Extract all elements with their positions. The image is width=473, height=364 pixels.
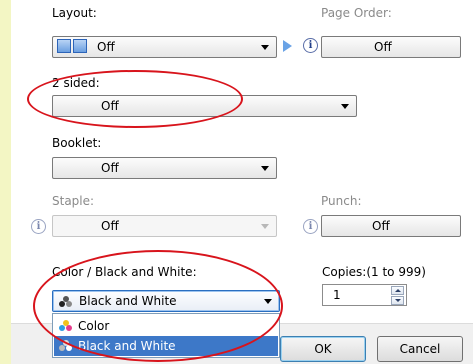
chevron-down-icon: [261, 45, 269, 50]
page-order-value: Off: [374, 40, 392, 54]
info-icon[interactable]: i: [303, 38, 318, 53]
color-icon: [59, 320, 73, 332]
color-mode-value: Black and White: [79, 294, 177, 308]
cancel-button[interactable]: Cancel: [377, 336, 463, 362]
layout-dropdown[interactable]: Off: [52, 36, 277, 58]
two-sided-label: 2 sided:: [52, 76, 100, 90]
booklet-dropdown[interactable]: Off: [52, 157, 277, 179]
color-mode-options-list: Color Black and White: [52, 313, 280, 358]
black-and-white-icon: [59, 296, 73, 308]
booklet-label: Booklet:: [52, 136, 102, 150]
option-label: Black and White: [78, 339, 176, 353]
option-label: Color: [78, 319, 110, 333]
info-icon[interactable]: i: [303, 219, 318, 234]
copies-value: 1: [333, 288, 341, 302]
layout-label: Layout:: [52, 6, 97, 20]
chevron-down-icon: [261, 224, 269, 229]
info-icon[interactable]: i: [31, 219, 46, 234]
staple-dropdown[interactable]: Off: [52, 215, 277, 237]
punch-label: Punch:: [321, 194, 362, 208]
stepper-down-icon[interactable]: [391, 296, 404, 305]
chevron-down-icon: [264, 299, 272, 304]
two-sided-value: Off: [101, 99, 119, 113]
punch-dropdown[interactable]: Off: [321, 215, 461, 237]
layout-value: Off: [97, 40, 115, 54]
copies-stepper[interactable]: 1: [322, 284, 407, 306]
layout-pages-icon: [57, 39, 89, 56]
booklet-value: Off: [101, 161, 119, 175]
chevron-down-icon: [261, 166, 269, 171]
color-mode-dropdown[interactable]: Black and White: [52, 290, 280, 312]
page-order-dropdown[interactable]: Off: [321, 36, 461, 58]
page-order-label: Page Order:: [321, 6, 392, 20]
two-sided-dropdown[interactable]: Off: [52, 95, 357, 117]
ok-button[interactable]: OK: [280, 336, 366, 362]
staple-value: Off: [101, 219, 119, 233]
punch-value: Off: [372, 219, 390, 233]
stepper-up-icon[interactable]: [391, 286, 404, 295]
staple-label: Staple:: [52, 194, 95, 208]
black-and-white-icon: [59, 340, 73, 352]
option-color[interactable]: Color: [54, 316, 278, 336]
color-mode-label: Color / Black and White:: [52, 265, 197, 279]
play-arrow-icon[interactable]: [283, 40, 292, 52]
chevron-down-icon: [341, 104, 349, 109]
copies-label: Copies:(1 to 999): [322, 265, 426, 279]
option-black-and-white[interactable]: Black and White: [54, 336, 278, 356]
